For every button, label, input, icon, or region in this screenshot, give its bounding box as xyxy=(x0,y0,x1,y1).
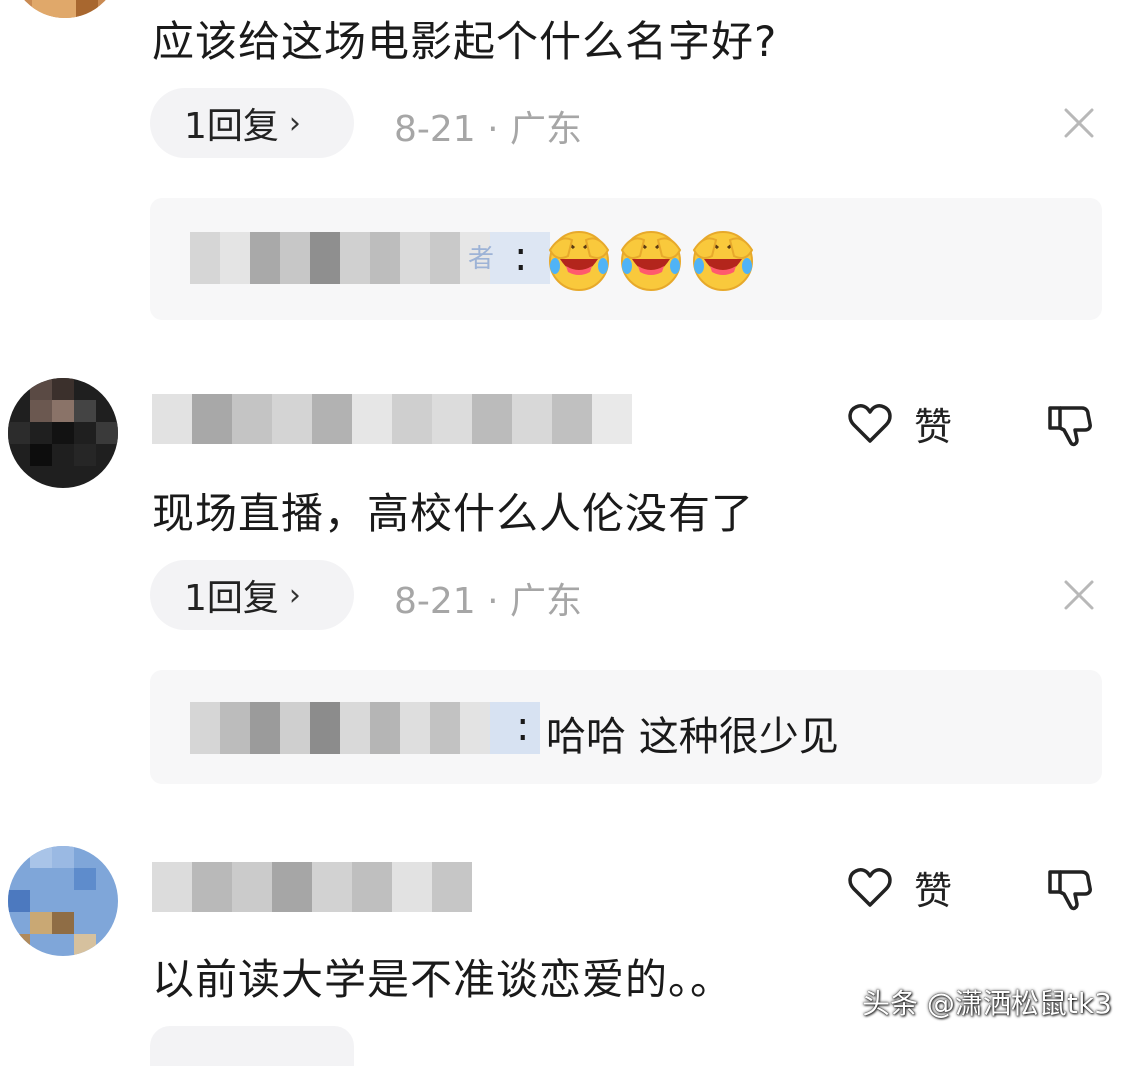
chevron-right-icon: › xyxy=(288,577,301,613)
comment-2-reply-preview[interactable]: : 哈哈 这种很少见 xyxy=(150,670,1102,784)
laughing-crying-emoji-icon xyxy=(548,231,610,291)
heart-outline-icon xyxy=(848,404,892,443)
thumbs-down-outline-icon[interactable] xyxy=(1046,400,1094,448)
heart-outline-icon xyxy=(848,868,892,907)
comment-1-meta: 8-21 · 广东 xyxy=(394,109,583,150)
reply-author-suffix: 者 xyxy=(468,244,495,274)
comment-3-text: 以前读大学是不准谈恋爱的。。 xyxy=(152,955,734,1004)
comment-3-like-button[interactable]: 赞 xyxy=(846,862,953,913)
laughing-crying-emoji-icon xyxy=(692,231,754,291)
avatar-comment-1[interactable] xyxy=(10,0,120,18)
avatar-comment-3[interactable] xyxy=(8,846,118,956)
reply-count: 1回复 xyxy=(184,106,279,147)
chevron-right-icon: › xyxy=(288,105,301,141)
blurred-reply-author xyxy=(190,232,550,284)
comment-2-replies-button[interactable]: 1回复 › xyxy=(150,560,354,630)
comment-2-like-button[interactable]: 赞 xyxy=(846,398,953,449)
like-label: 赞 xyxy=(914,868,953,913)
reply-preview-text: 哈哈 这种很少见 xyxy=(546,714,839,760)
thumbs-down-outline-icon[interactable] xyxy=(1046,864,1094,912)
like-label: 赞 xyxy=(914,404,953,449)
watermark: 头条 @潇洒松鼠tk3 xyxy=(862,987,1112,1020)
reply-separator: : xyxy=(514,234,528,280)
comment-1-replies-button[interactable]: 1回复 › xyxy=(150,88,354,158)
comment-1-text: 应该给这场电影起个什么名字好? xyxy=(152,17,778,66)
blurred-reply-author xyxy=(190,702,540,754)
reply-separator: : xyxy=(516,704,530,750)
blurred-username[interactable] xyxy=(152,394,632,444)
blurred-username[interactable] xyxy=(152,862,472,912)
comment-2-meta: 8-21 · 广东 xyxy=(394,581,583,622)
laughing-crying-emoji-icon xyxy=(620,231,682,291)
avatar-comment-2[interactable] xyxy=(8,378,118,488)
comment-3-replies-button[interactable] xyxy=(150,1026,354,1066)
close-icon[interactable] xyxy=(1062,578,1096,612)
reply-count: 1回复 xyxy=(184,578,279,619)
comment-2-text: 现场直播，高校什么人伦没有了 xyxy=(152,489,755,538)
close-icon[interactable] xyxy=(1062,106,1096,140)
comment-1-reply-preview[interactable]: 者 : xyxy=(150,198,1102,320)
